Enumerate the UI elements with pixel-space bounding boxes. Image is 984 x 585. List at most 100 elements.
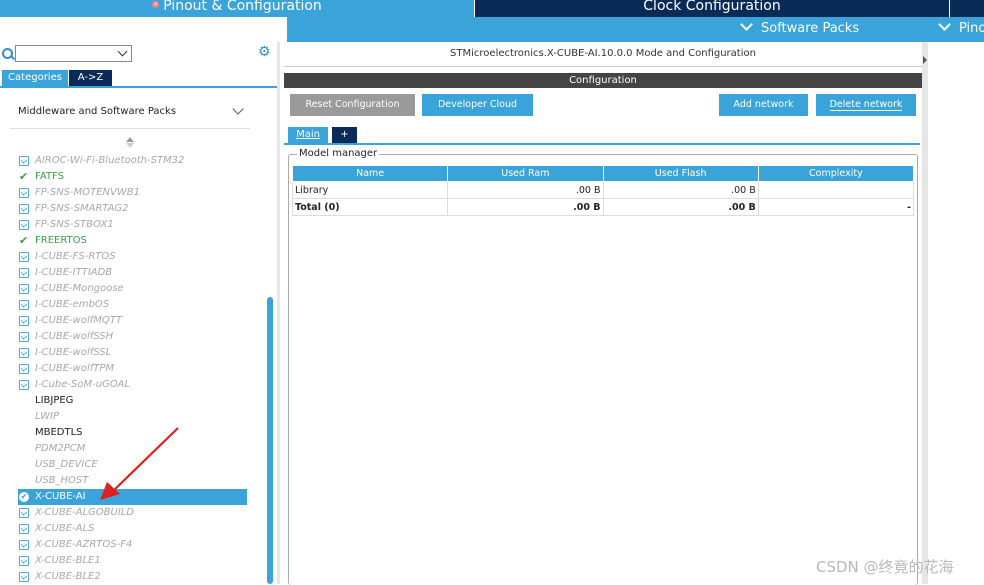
list-item-label: FP-SNS-SMARTAG2 (35, 203, 129, 214)
list-item[interactable]: I-CUBE-embOS (18, 297, 248, 313)
panel-splitter[interactable] (277, 42, 280, 584)
reset-configuration-button[interactable]: Reset Configuration (290, 94, 415, 116)
scrollbar[interactable] (267, 297, 273, 584)
watermark: CSDN @终竟的花海 (816, 558, 954, 576)
search-input[interactable] (15, 45, 132, 62)
list-item[interactable]: I-Cube-SoM-uGOAL (18, 377, 248, 393)
chevron-down-icon[interactable] (117, 46, 128, 57)
list-item-label: USB_HOST (35, 475, 89, 486)
download-icon (19, 332, 29, 342)
download-icon (19, 188, 29, 198)
list-item[interactable]: X-CUBE-BLE1 (18, 553, 248, 569)
model-manager-legend: Model manager (297, 148, 380, 159)
list-item-label: X-CUBE-AI (35, 491, 86, 502)
list-item[interactable]: FP-SNS-SMARTAG2 (18, 201, 248, 217)
model-table: Name Used Ram Used Flash Complexity Libr… (291, 165, 915, 216)
list-item-label: MBEDTLS (35, 427, 83, 438)
scroll-up-icon[interactable] (126, 137, 134, 142)
table-cell: .00 B (602, 181, 759, 199)
download-icon (19, 156, 29, 166)
tab-underline (0, 86, 277, 88)
secondary-menu-bar: Software Packs Pino (0, 17, 984, 42)
add-tab-button[interactable]: + (332, 127, 357, 143)
download-icon (19, 508, 29, 518)
table-cell: - (757, 198, 915, 216)
list-item-label: I-CUBE-Mongoose (35, 283, 124, 294)
close-icon[interactable]: × (152, 0, 160, 8)
download-icon (19, 572, 29, 582)
tab-pinout-configuration[interactable]: × Pinout & Configuration (0, 0, 474, 17)
list-item-label: I-CUBE-wolfMQTT (35, 315, 122, 326)
table-cell: Library (291, 181, 449, 199)
delete-network-button[interactable]: Delete network (816, 94, 916, 116)
column-header[interactable]: Name (291, 165, 449, 182)
list-item[interactable]: X-CUBE-BLE2 (18, 569, 248, 585)
list-item[interactable]: I-CUBE-FS-RTOS (18, 249, 248, 265)
column-header[interactable]: Used Flash (602, 165, 759, 182)
list-item[interactable]: I-CUBE-wolfSSH (18, 329, 248, 345)
gear-icon[interactable]: ⚙ (258, 45, 271, 59)
list-item[interactable]: LIBJPEG (18, 393, 248, 409)
column-header[interactable]: Complexity (757, 165, 915, 182)
mode-configuration-panel: STMicroelectronics.X-CUBE-AI.10.0.0 Mode… (284, 42, 922, 585)
list-item[interactable]: FP-SNS-MOTENVWB1 (18, 185, 248, 201)
tab-clock-label: Clock Configuration (643, 0, 781, 14)
column-header[interactable]: Used Ram (447, 165, 604, 182)
table-cell: .00 B (602, 198, 759, 216)
list-item-label: FP-SNS-STBOX1 (35, 219, 114, 230)
configuration-header: Configuration (284, 73, 922, 88)
list-item[interactable]: AIROC-Wi-Fi-Bluetooth-STM32 (18, 153, 248, 169)
download-icon (19, 348, 29, 358)
tab-categories[interactable]: Categories (2, 70, 68, 86)
software-packs-menu[interactable]: Software Packs (740, 18, 860, 36)
perspective-tab-bar: × Pinout & Configuration Clock Configurat… (0, 0, 984, 17)
list-item[interactable]: I-CUBE-wolfMQTT (18, 313, 248, 329)
download-icon (19, 524, 29, 534)
list-item[interactable]: I-CUBE-ITTIADB (18, 265, 248, 281)
list-item[interactable]: ✔ FREERTOS (18, 233, 248, 249)
download-icon (19, 284, 29, 294)
add-network-button[interactable]: Add network (719, 94, 808, 116)
developer-cloud-button[interactable]: Developer Cloud (422, 94, 533, 116)
section-title[interactable]: Middleware and Software Packs (18, 106, 176, 117)
download-icon (19, 556, 29, 566)
list-item[interactable]: X-CUBE-AZRTOS-F4 (18, 537, 248, 553)
download-icon (19, 316, 29, 326)
list-item[interactable]: FP-SNS-STBOX1 (18, 217, 248, 233)
download-icon (19, 364, 29, 374)
list-item[interactable]: I-CUBE-wolfSSL (18, 345, 248, 361)
red-arrow-annotation (100, 427, 179, 500)
tab-a-to-z[interactable]: A->Z (69, 70, 112, 86)
tab-main[interactable]: Main (288, 127, 328, 143)
tab-pinout-label: Pinout & Configuration (163, 0, 322, 14)
pack-list: AIROC-Wi-Fi-Bluetooth-STM32 ✔ FATFS FP-SNS-… (18, 153, 248, 585)
tab-clock-configuration[interactable]: Clock Configuration (475, 0, 949, 17)
check-circle-icon: ✔ (19, 492, 29, 502)
model-manager-group: Model manager Name Used Ram Used Flash C… (288, 148, 918, 585)
list-item-label: AIROC-Wi-Fi-Bluetooth-STM32 (35, 155, 185, 166)
list-item-label: USB_DEVICE (35, 459, 98, 470)
check-icon: ✔ (19, 170, 29, 183)
list-item-label: FP-SNS-MOTENVWB1 (35, 187, 140, 198)
chevron-down-icon[interactable] (232, 103, 244, 115)
list-item[interactable]: X-CUBE-ALS (18, 521, 248, 537)
list-item-label: I-CUBE-embOS (35, 299, 110, 310)
table-row-total[interactable]: Total (0) .00 B .00 B - (291, 198, 915, 216)
table-row[interactable]: Library .00 B .00 B (291, 181, 915, 199)
pinout-menu-label: Pino (959, 21, 984, 36)
list-item-label: I-Cube-SoM-uGOAL (35, 379, 131, 390)
table-cell: .00 B (447, 198, 604, 216)
download-icon (19, 220, 29, 230)
collapse-arrow-icon[interactable] (923, 56, 927, 64)
pinout-menu[interactable]: Pino (938, 18, 984, 36)
category-tabs: Categories A->Z (0, 70, 277, 86)
software-packs-label: Software Packs (761, 21, 860, 36)
list-item[interactable]: I-CUBE-Mongoose (18, 281, 248, 297)
tab-next[interactable] (950, 0, 984, 17)
list-item-label: LWIP (35, 411, 60, 422)
download-icon (19, 204, 29, 214)
list-item[interactable]: I-CUBE-wolfTPM (18, 361, 248, 377)
list-item[interactable]: ✔ FATFS (18, 169, 248, 185)
download-icon (19, 252, 29, 262)
panel-splitter[interactable] (922, 42, 928, 584)
